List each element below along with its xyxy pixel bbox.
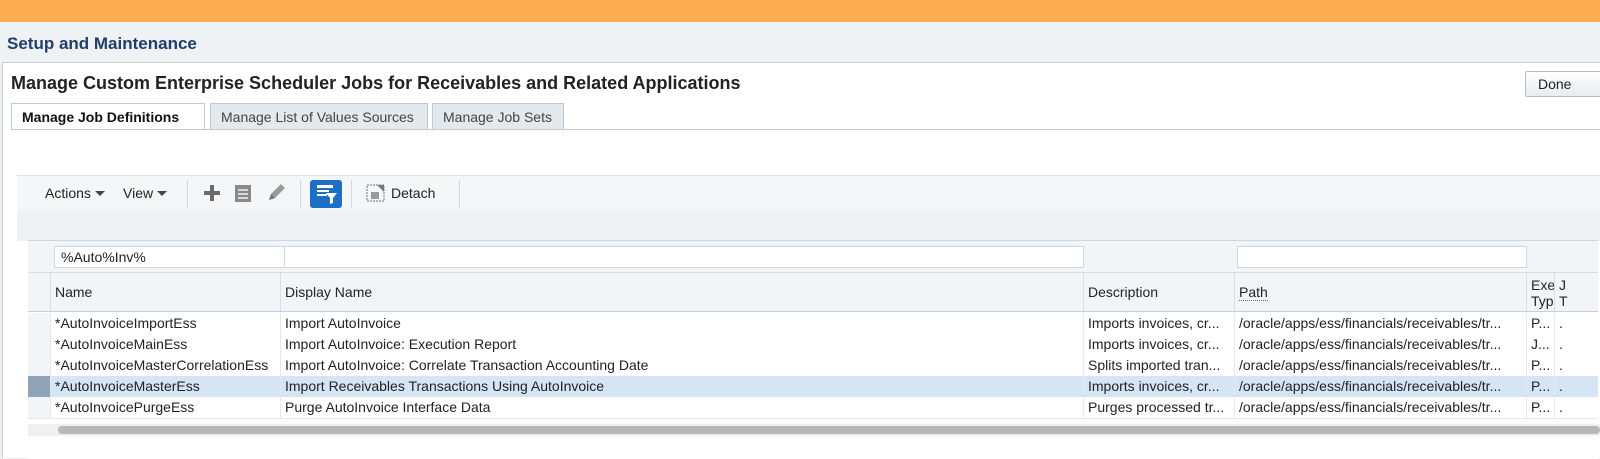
edit-icon[interactable] — [265, 182, 287, 204]
detach-button[interactable]: Detach — [391, 185, 435, 201]
toolbar-spacer — [17, 211, 1600, 241]
actions-label: Actions — [45, 185, 91, 201]
row-selector[interactable] — [28, 334, 51, 355]
table-toolbar: Actions View Detach — [17, 175, 1600, 212]
toolbar-separator — [300, 180, 301, 208]
cell-description: Imports invoices, cr... — [1083, 334, 1234, 355]
query-by-example-row: %Auto%Inv% — [28, 241, 1598, 273]
cell-execution-type: P... — [1526, 313, 1554, 334]
cell-execution-type: J... — [1526, 334, 1554, 355]
add-icon[interactable] — [201, 182, 223, 204]
cell-display-name: Purge AutoInvoice Interface Data — [280, 397, 1083, 418]
cell-path: /oracle/apps/ess/financials/receivables/… — [1234, 376, 1526, 397]
row-selector[interactable] — [28, 313, 51, 334]
scrollbar-thumb[interactable] — [58, 426, 1600, 434]
tab-divider — [11, 129, 1600, 130]
query-by-example-button[interactable] — [310, 180, 342, 208]
cell-job-type: . — [1554, 313, 1598, 334]
table-row[interactable]: *AutoInvoicePurgeEss Purge AutoInvoice I… — [28, 397, 1598, 419]
tab-manage-list-of-values-sources[interactable]: Manage List of Values Sources — [210, 103, 428, 129]
cell-display-name: Import AutoInvoice — [280, 313, 1083, 334]
view-menu[interactable]: View — [123, 185, 168, 201]
query-by-example-icon — [317, 185, 337, 204]
cell-job-type: . — [1554, 397, 1598, 418]
app-title[interactable]: Setup and Maintenance — [7, 34, 197, 54]
cell-name: *AutoInvoiceMasterCorrelationEss — [50, 355, 280, 376]
path-header-label: Path — [1239, 284, 1268, 301]
cell-name: *AutoInvoiceImportEss — [50, 313, 280, 334]
cell-description: Purges processed tr... — [1083, 397, 1234, 418]
column-header-name[interactable]: Name — [50, 273, 280, 311]
view-label: View — [123, 185, 154, 201]
row-selector[interactable] — [28, 376, 51, 397]
cell-name: *AutoInvoiceMainEss — [50, 334, 280, 355]
row-selector[interactable] — [28, 397, 51, 418]
duplicate-icon[interactable] — [232, 182, 254, 204]
column-header-execution-type[interactable]: ExecType — [1526, 273, 1554, 311]
job-header-line1: J — [1559, 277, 1566, 293]
cell-display-name: Import AutoInvoice: Correlate Transactio… — [280, 355, 1083, 376]
detach-icon[interactable] — [365, 182, 387, 204]
page-title: Manage Custom Enterprise Scheduler Jobs … — [11, 73, 741, 93]
display-name-filter-input[interactable] — [284, 246, 1084, 268]
cell-execution-type: P... — [1526, 397, 1554, 418]
table-row[interactable]: *AutoInvoiceMainEss Import AutoInvoice: … — [28, 334, 1598, 356]
name-filter-input[interactable]: %Auto%Inv% — [54, 246, 306, 268]
cell-name: *AutoInvoiceMasterEss — [50, 376, 280, 397]
exec-header-line2: Type — [1531, 293, 1554, 309]
cell-job-type: . — [1554, 334, 1598, 355]
column-header-job-type[interactable]: JT — [1554, 273, 1598, 311]
top-banner — [0, 0, 1600, 22]
table-header: Name Display Name Description Path ExecT… — [28, 273, 1598, 312]
chevron-down-icon — [157, 191, 168, 196]
cell-name: *AutoInvoicePurgeEss — [50, 397, 280, 418]
cell-display-name: Import AutoInvoice: Execution Report — [280, 334, 1083, 355]
table-row-selected[interactable]: *AutoInvoiceMasterEss Import Receivables… — [28, 376, 1598, 398]
cell-execution-type: P... — [1526, 376, 1554, 397]
cell-description: Imports invoices, cr... — [1083, 376, 1234, 397]
cell-path: /oracle/apps/ess/financials/receivables/… — [1234, 355, 1526, 376]
chevron-down-icon — [94, 191, 105, 196]
row-selector[interactable] — [28, 355, 51, 376]
table-row[interactable]: *AutoInvoiceImportEss Import AutoInvoice… — [28, 313, 1598, 335]
toolbar-separator — [459, 180, 460, 208]
cell-job-type: . — [1554, 355, 1598, 376]
tab-manage-job-sets[interactable]: Manage Job Sets — [432, 103, 564, 129]
cell-path: /oracle/apps/ess/financials/receivables/… — [1234, 313, 1526, 334]
cell-description: Splits imported tran... — [1083, 355, 1234, 376]
column-header-path[interactable]: Path — [1234, 273, 1526, 311]
done-button[interactable]: Done — [1525, 71, 1600, 97]
cell-description: Imports invoices, cr... — [1083, 313, 1234, 334]
cell-path: /oracle/apps/ess/financials/receivables/… — [1234, 334, 1526, 355]
exec-header-line1: Exec — [1531, 277, 1554, 293]
cell-display-name: Import Receivables Transactions Using Au… — [280, 376, 1083, 397]
column-header-description[interactable]: Description — [1083, 273, 1234, 311]
cell-job-type: . — [1554, 376, 1598, 397]
horizontal-scrollbar[interactable] — [28, 424, 1600, 436]
cell-execution-type: P... — [1526, 355, 1554, 376]
toolbar-separator — [351, 180, 352, 208]
path-filter-input[interactable] — [1237, 246, 1527, 268]
job-header-line2: T — [1559, 293, 1568, 309]
toolbar-separator — [187, 180, 188, 208]
table-row[interactable]: *AutoInvoiceMasterCorrelationEss Import … — [28, 355, 1598, 377]
actions-menu[interactable]: Actions — [45, 185, 105, 201]
cell-path: /oracle/apps/ess/financials/receivables/… — [1234, 397, 1526, 418]
column-header-display-name[interactable]: Display Name — [280, 273, 1083, 311]
tab-manage-job-definitions[interactable]: Manage Job Definitions — [11, 103, 205, 130]
